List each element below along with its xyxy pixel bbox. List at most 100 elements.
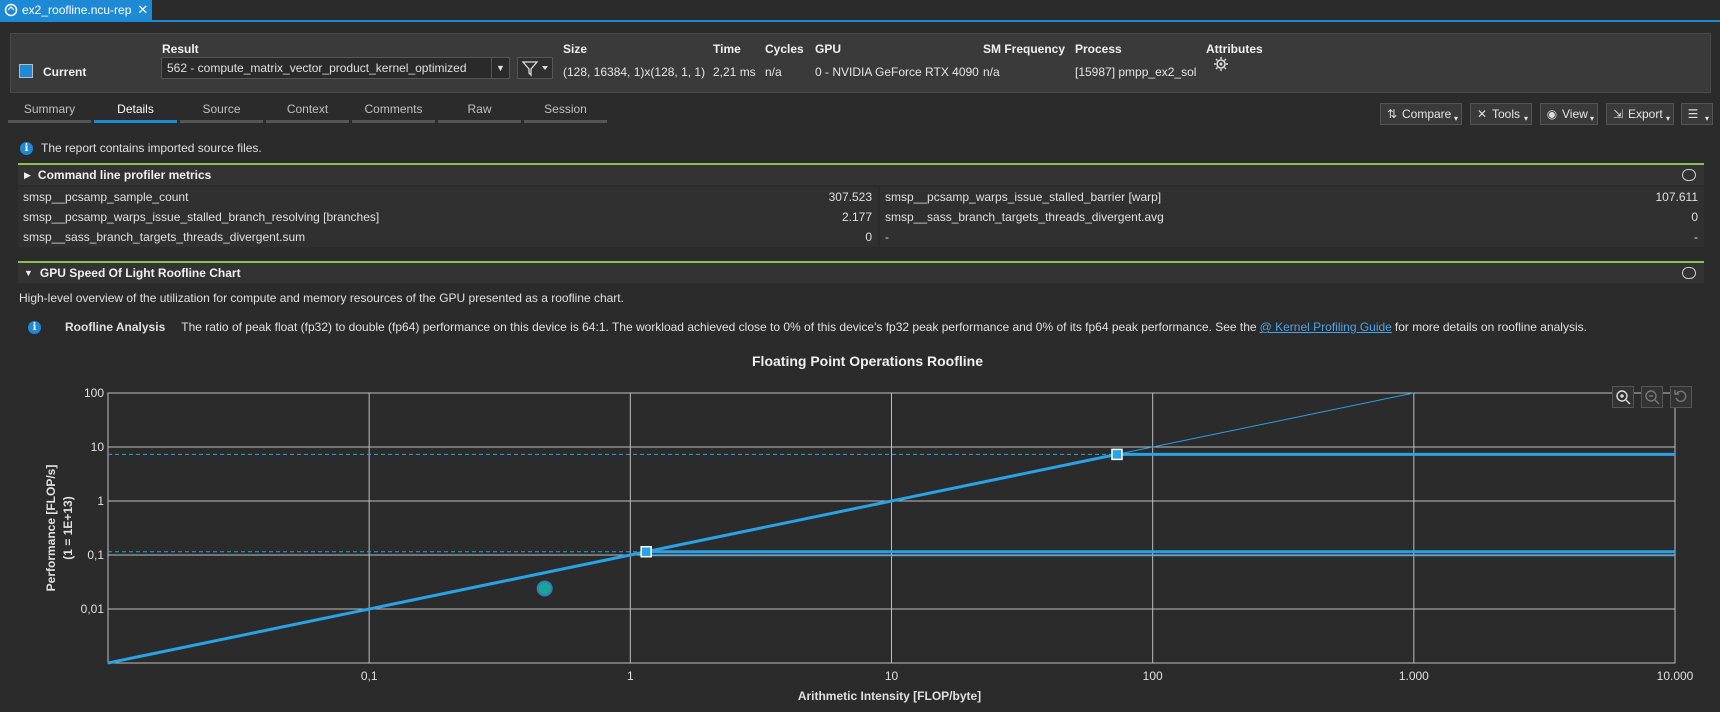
y-tick-label: 1 <box>97 494 104 508</box>
roofline-analysis-title: Roofline Analysis <box>65 320 166 334</box>
gpu-label: GPU <box>815 42 842 56</box>
tools-label: Tools <box>1492 107 1521 121</box>
x-tick-label: 1 <box>627 669 634 683</box>
info-message: i The report contains imported source fi… <box>20 141 262 155</box>
current-color-swatch <box>19 64 33 78</box>
metric-value: 307.523 <box>682 187 878 207</box>
metric-name: smsp__sass_branch_targets_threads_diverg… <box>18 227 682 247</box>
x-axis-label: Arithmetic Intensity [FLOP/byte] <box>798 689 981 703</box>
roofline-section-title: GPU Speed Of Light Roofline Chart <box>39 266 241 280</box>
chevron-down-icon: ▾ <box>1453 114 1458 123</box>
table-row: smsp__pcsamp_sample_count 307.523 smsp__… <box>18 187 1704 207</box>
expand-triangle-icon[interactable]: ▶ <box>24 170 31 181</box>
view-label: View <box>1562 107 1588 121</box>
size-label: Size <box>563 42 588 56</box>
sm-frequency-label: SM Frequency <box>983 42 1066 56</box>
info-message-text: The report contains imported source file… <box>41 141 262 155</box>
x-tick-label: 1.000 <box>1399 669 1429 683</box>
cycles-label: Cycles <box>765 42 804 56</box>
tab-raw[interactable]: Raw <box>438 99 521 123</box>
compare-icon: ⇅ <box>1386 107 1398 121</box>
metric-name: smsp__pcsamp_sample_count <box>18 187 682 207</box>
close-tab-icon[interactable]: ✕ <box>137 2 148 18</box>
result-select-value: 562 - compute_matrix_vector_product_kern… <box>167 61 467 75</box>
profiling-guide-link[interactable]: @ Kernel Profiling Guide <box>1260 320 1392 334</box>
metric-value: 107.611 <box>1544 187 1704 207</box>
export-icon: ⇲ <box>1612 107 1624 121</box>
tab-summary[interactable]: Summary <box>8 99 91 123</box>
result-header-panel: Current Result 562 - compute_matrix_vect… <box>10 33 1711 93</box>
export-label: Export <box>1628 107 1663 121</box>
export-button[interactable]: ⇲ Export ▾ <box>1606 103 1674 125</box>
y-tick-label: 10 <box>91 440 105 454</box>
profiling-guide-link-text: Kernel Profiling Guide <box>1275 320 1392 334</box>
metric-value: - <box>1544 227 1704 247</box>
zoom-in-icon <box>1616 390 1631 405</box>
tab-source[interactable]: Source <box>180 99 263 123</box>
tab-context[interactable]: Context <box>266 99 349 123</box>
compare-label: Compare <box>1402 107 1452 121</box>
y-axis-sublabel: (1 = 1E+13) <box>61 496 75 559</box>
y-tick-label: 0,1 <box>87 548 104 562</box>
size-value: (128, 16384, 1)x(128, 1, 1) <box>563 65 706 79</box>
roofline-section-header[interactable]: ▼ GPU Speed Of Light Roofline Chart <box>18 261 1704 283</box>
table-row: smsp__pcsamp_warps_issue_stalled_branch_… <box>18 207 1704 227</box>
report-file-icon <box>4 3 18 17</box>
compare-button[interactable]: ⇅ Compare ▾ <box>1380 103 1462 125</box>
time-value: 2,21 ms <box>713 65 756 79</box>
hamburger-menu-icon: ☰ <box>1687 107 1699 121</box>
view-button[interactable]: ◉ View ▾ <box>1540 103 1598 125</box>
metric-name: - <box>880 227 1544 247</box>
gpu-value: 0 - NVIDIA GeForce RTX 4090 <box>815 65 979 79</box>
comment-icon[interactable] <box>1682 169 1696 181</box>
eye-icon: ◉ <box>1546 107 1558 121</box>
ridge-point-marker <box>640 545 652 558</box>
cycles-value: n/a <box>765 65 782 79</box>
y-tick-label: 100 <box>84 386 104 400</box>
roofline-analysis-suffix: for more details on roofline analysis. <box>1394 320 1587 334</box>
metric-value: 2.177 <box>682 207 878 227</box>
attributes-label: Attributes <box>1206 42 1263 56</box>
tab-details[interactable]: Details <box>94 99 177 123</box>
tools-button[interactable]: ✕ Tools ▾ <box>1470 103 1532 125</box>
current-label: Current <box>43 65 87 79</box>
chevron-down-icon: ▾ <box>1523 114 1528 123</box>
attributes-gear-icon[interactable] <box>1213 56 1229 72</box>
roofline-description: High-level overview of the utilization f… <box>19 291 624 305</box>
tab-session[interactable]: Session <box>524 99 607 123</box>
collapse-triangle-icon[interactable]: ▼ <box>24 268 33 278</box>
chevron-down-icon: ▾ <box>1589 114 1594 123</box>
sm-frequency-value: n/a <box>983 65 1000 79</box>
zoom-out-button[interactable] <box>1641 386 1663 408</box>
zoom-in-button[interactable] <box>1612 386 1634 408</box>
metric-name: smsp__pcsamp_warps_issue_stalled_branch_… <box>18 207 682 227</box>
result-select[interactable]: 562 - compute_matrix_vector_product_kern… <box>161 57 510 79</box>
result-label: Result <box>162 42 199 56</box>
chevron-down-icon: ▾ <box>1665 114 1670 123</box>
roofline-analysis-text: The ratio of peak float (fp32) to double… <box>181 320 1257 334</box>
info-icon: i <box>28 320 41 334</box>
reset-zoom-button[interactable] <box>1670 386 1692 408</box>
chevron-down-icon[interactable]: ▼ <box>491 58 509 78</box>
ridge-point-marker <box>1111 448 1123 461</box>
tab-comments[interactable]: Comments <box>352 99 435 123</box>
metric-name: smsp__pcsamp_warps_issue_stalled_barrier… <box>880 187 1544 207</box>
filter-button[interactable] <box>517 57 553 79</box>
time-label: Time <box>713 42 741 56</box>
metric-value: 0 <box>1544 207 1704 227</box>
comment-icon[interactable] <box>1682 267 1696 279</box>
y-tick-label: 0,01 <box>81 602 105 616</box>
plot-area-border <box>107 392 1676 664</box>
process-value: [15987] pmpp_ex2_sol <box>1075 65 1197 79</box>
cmdline-metrics-section-header[interactable]: ▶ Command line profiler metrics <box>18 163 1704 185</box>
y-axis-label: Performance [FLOP/s] <box>44 465 58 592</box>
metric-name: smsp__sass_branch_targets_threads_diverg… <box>880 207 1544 227</box>
document-tab[interactable]: ex2_roofline.ncu-rep ✕ <box>0 0 152 20</box>
tools-icon: ✕ <box>1476 107 1488 121</box>
document-tab-label: ex2_roofline.ncu-rep <box>22 3 132 17</box>
menu-button[interactable]: ☰ ▾ <box>1681 103 1713 125</box>
chevron-down-icon: ▾ <box>1704 114 1709 123</box>
document-tab-bar: ex2_roofline.ncu-rep ✕ <box>0 0 1720 22</box>
cmdline-metrics-title: Command line profiler metrics <box>37 168 212 182</box>
bandwidth-roof-line <box>107 452 1118 665</box>
